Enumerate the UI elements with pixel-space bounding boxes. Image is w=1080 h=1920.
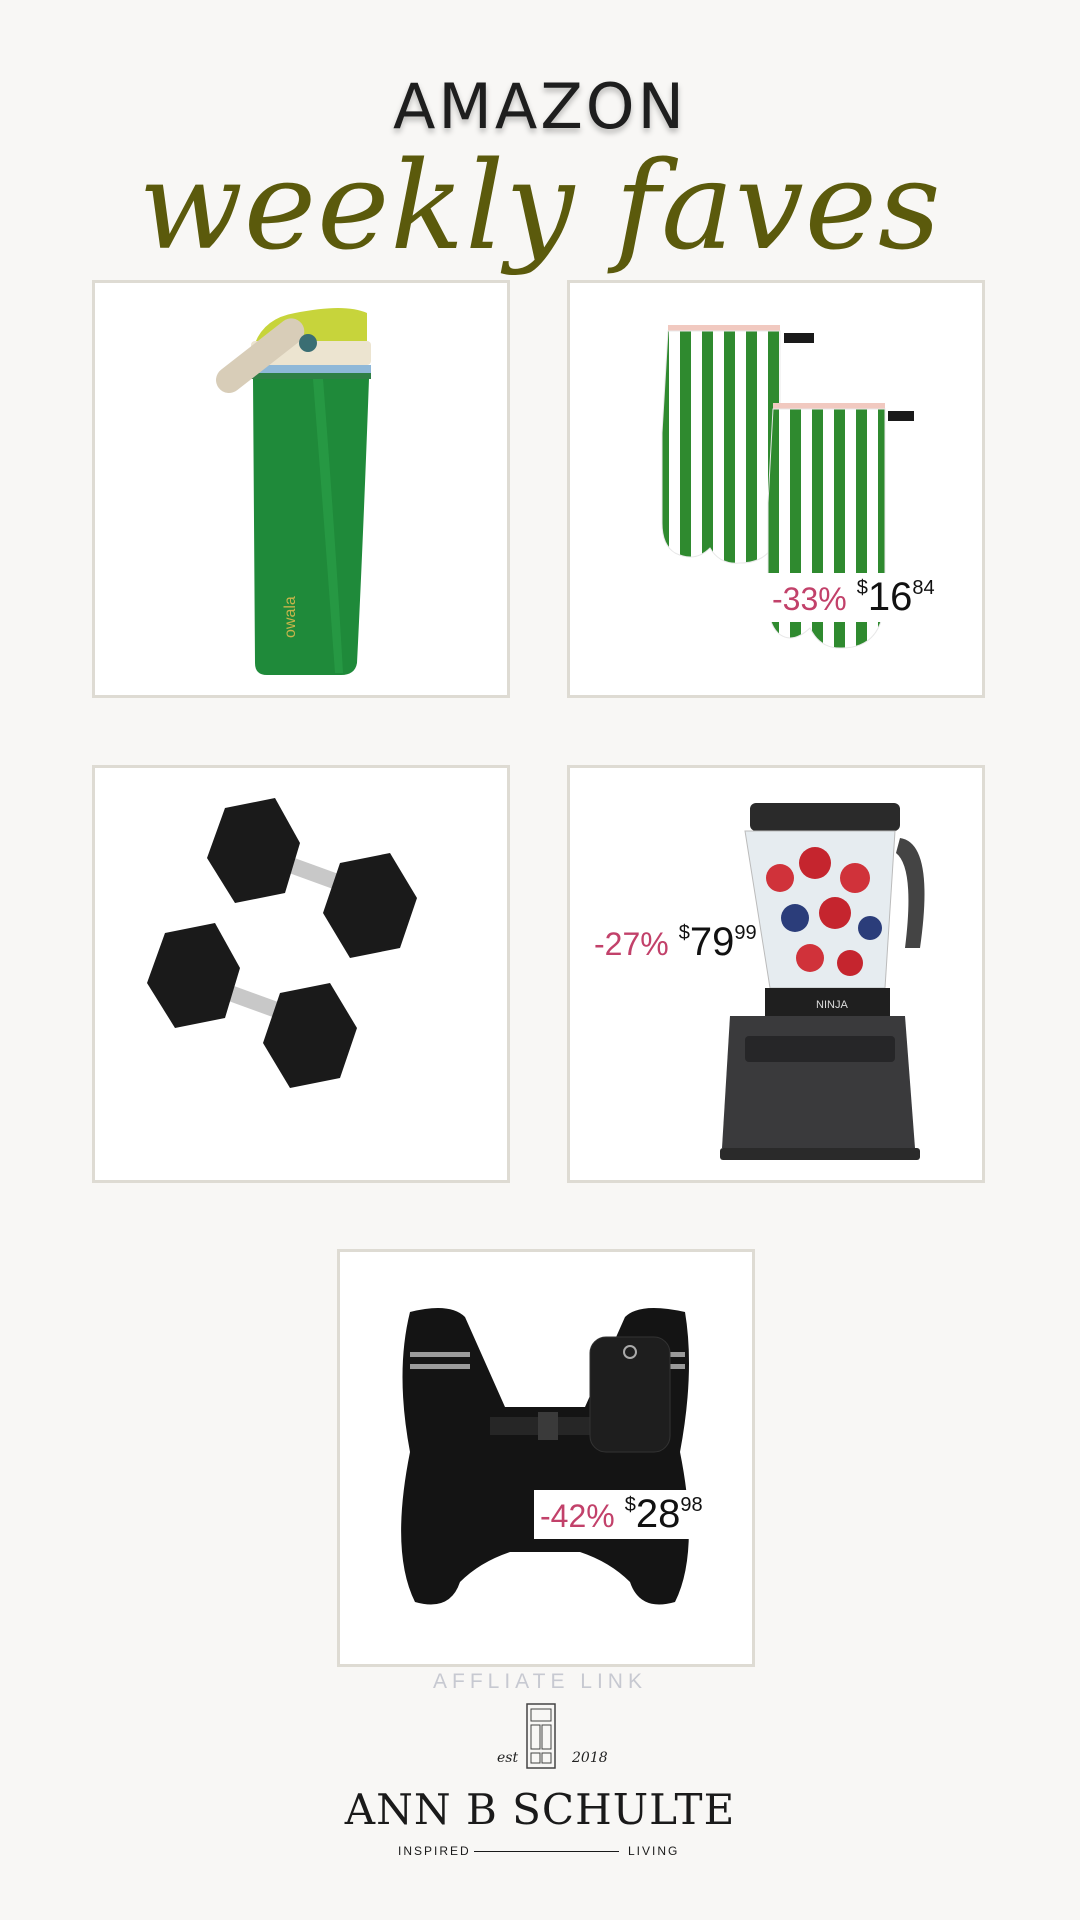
tagline-right: LIVING [628, 1844, 680, 1858]
page-subtitle: weekly faves [138, 135, 942, 277]
water-bottle-icon: owala [216, 308, 371, 675]
price-tag: -27% $7999 [588, 918, 763, 967]
product-card-water-bottle[interactable]: owala [92, 280, 510, 698]
page-title: AMAZON [393, 70, 687, 143]
blender-brand-label: NINJA [816, 999, 848, 1011]
price-tag: -33% $1684 [766, 573, 941, 622]
discount-label: -33% [772, 581, 847, 617]
price-cents: 98 [680, 1494, 703, 1516]
price-dollars: 28 [635, 1492, 681, 1536]
product-card-dumbbells[interactable] [92, 765, 510, 1183]
est-year: 2018 [572, 1750, 608, 1766]
price-cents: 99 [734, 922, 757, 944]
price-tag: -42% $2898 [534, 1490, 709, 1539]
door-logo-icon [526, 1703, 556, 1769]
price-dollars: 16 [867, 575, 913, 619]
currency-symbol: $ [624, 1494, 636, 1516]
affiliate-link[interactable]: AFFLIATE LINK [0, 1670, 1080, 1694]
currency-symbol: $ [856, 577, 868, 599]
product-card-oven-mitts[interactable]: -33% $1684 [567, 280, 985, 698]
product-card-blender[interactable]: NINJA -27% $7999 [567, 765, 985, 1183]
currency-symbol: $ [678, 922, 690, 944]
blender-icon: NINJA [720, 803, 925, 1160]
price-dollars: 79 [689, 920, 735, 964]
price-cents: 84 [912, 577, 935, 599]
weighted-vest-icon [401, 1308, 689, 1605]
product-card-weighted-vest[interactable]: -42% $2898 [337, 1249, 755, 1667]
oven-mitts-icon [661, 325, 914, 649]
tagline-left: INSPIRED [398, 1844, 471, 1858]
tagline-divider [474, 1851, 619, 1852]
discount-label: -27% [594, 926, 669, 962]
bottle-brand-label: owala [282, 596, 299, 638]
est-label: est [497, 1750, 519, 1766]
brand-name: ANN B SCHULTE [344, 1785, 736, 1834]
discount-label: -42% [540, 1498, 615, 1534]
dumbbells-icon [147, 798, 417, 1088]
